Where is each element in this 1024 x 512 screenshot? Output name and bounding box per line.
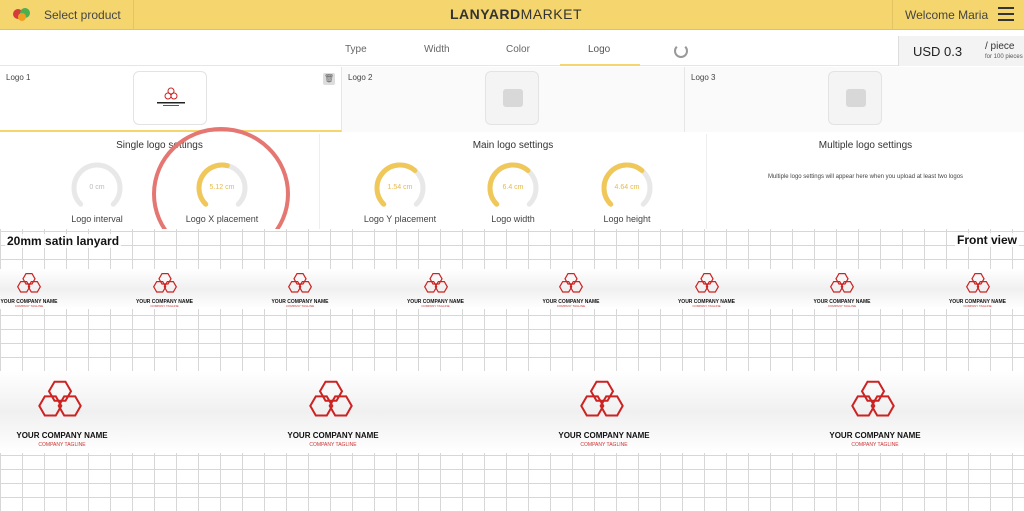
select-product-label: Select product [44, 8, 121, 22]
logo-slot-3[interactable]: Logo 3 [685, 67, 1024, 132]
company-tagline: COMPANY TAGLINE [556, 304, 586, 308]
price-note: for 100 pieces [985, 54, 1023, 60]
preview-title: 20mm satin lanyard [5, 234, 122, 248]
price-per: / piece [985, 41, 1015, 52]
company-tagline: COMPANY TAGLINE [309, 442, 357, 448]
gauge-value: 4.64 cm [614, 184, 640, 191]
upload-placeholder[interactable] [485, 71, 539, 125]
printed-logo: YOUR COMPANY NAME COMPANY TAGLINE [536, 269, 606, 309]
printed-logo: YOUR COMPANY NAME COMPANY TAGLINE [2, 371, 122, 453]
logo-y-placement-gauge[interactable]: 1.54 cm [372, 160, 428, 216]
active-tab-indicator [560, 64, 640, 66]
printed-logo: YOUR COMPANY NAME COMPANY TAGLINE [0, 269, 64, 309]
brand-logo[interactable]: LANYARDMARKET [450, 6, 582, 22]
company-tagline: COMPANY TAGLINE [963, 304, 992, 308]
menu-icon[interactable] [998, 7, 1014, 21]
company-tagline: COMPANY TAGLINE [580, 442, 628, 448]
company-name: YOUR COMPANY NAME [287, 431, 379, 440]
printed-logo: YOUR COMPANY NAME COMPANY TAGLINE [265, 269, 335, 309]
printed-logo: YOUR COMPANY NAME COMPANY TAGLINE [943, 269, 1013, 309]
brand-bold: LANYARD [450, 6, 521, 22]
logo-slot-2[interactable]: Logo 2 [342, 67, 685, 132]
select-product-button[interactable]: Select product [0, 0, 134, 30]
company-tagline: COMPANY TAGLINE [827, 304, 857, 308]
tab-color[interactable]: Color [506, 44, 530, 55]
multiple-logo-settings: Multiple logo settings Multiple logo set… [707, 134, 1024, 229]
image-placeholder-icon [503, 89, 523, 107]
logo-slot-1[interactable]: Logo 1 🗑 [0, 67, 342, 132]
refresh-icon[interactable] [674, 44, 688, 58]
brand-light: MARKET [520, 6, 582, 22]
gauge-value: 1.54 cm [387, 184, 413, 191]
upload-placeholder[interactable] [828, 71, 882, 125]
logo-slot-label: Logo 3 [691, 73, 716, 82]
price-amount: USD 0.3 [913, 44, 963, 59]
multiple-logo-note: Multiple logo settings will appear here … [767, 174, 964, 180]
gauge-label: Logo width [491, 214, 535, 224]
printed-logo: YOUR COMPANY NAME COMPANY TAGLINE [815, 371, 935, 453]
gauge-label: Logo interval [71, 214, 123, 224]
product-icon [12, 8, 32, 22]
gauge-value: 0 cm [89, 184, 105, 191]
logo-slot-label: Logo 2 [348, 73, 373, 82]
company-name: YOUR COMPANY NAME [829, 431, 921, 440]
printed-logo: YOUR COMPANY NAME COMPANY TAGLINE [130, 269, 200, 309]
step-tabs: Type Width Color Logo [0, 36, 1024, 66]
image-placeholder-icon [846, 89, 866, 107]
printed-logo: YOUR COMPANY NAME COMPANY TAGLINE [273, 371, 393, 453]
company-tagline: COMPANY TAGLINE [14, 304, 44, 308]
panel-title: Main logo settings [472, 140, 554, 151]
tab-width[interactable]: Width [424, 44, 450, 55]
logo-slot-label: Logo 1 [6, 73, 31, 82]
gauge-value: 6.4 cm [502, 184, 524, 191]
company-tagline: COMPANY TAGLINE [851, 442, 899, 448]
lanyard-preview: 20mm satin lanyard Front view YOUR COMPA… [0, 229, 1024, 512]
logo-thumbnail[interactable] [133, 71, 207, 125]
printed-logo: YOUR COMPANY NAME COMPANY TAGLINE [544, 371, 664, 453]
company-tagline: COMPANY TAGLINE [150, 304, 179, 308]
company-tagline: COMPANY TAGLINE [421, 304, 450, 308]
top-bar: Select product LANYARDMARKET Welcome Mar… [0, 0, 1024, 30]
user-area: Welcome Maria [892, 0, 1024, 30]
tab-type[interactable]: Type [345, 44, 367, 55]
logo-interval-gauge[interactable]: 0 cm [69, 160, 125, 216]
preview-view-label[interactable]: Front view [954, 233, 1019, 247]
gauge-label: Logo Y placement [363, 214, 437, 224]
welcome-text[interactable]: Welcome Maria [905, 8, 988, 22]
company-tagline: COMPANY TAGLINE [38, 442, 86, 448]
logo-width-gauge[interactable]: 6.4 cm [485, 160, 541, 216]
printed-logo: YOUR COMPANY NAME COMPANY TAGLINE [807, 269, 877, 309]
tab-logo[interactable]: Logo [588, 44, 610, 55]
price-box: USD 0.3 / piece for 100 pieces [898, 36, 1024, 66]
printed-logo: YOUR COMPANY NAME COMPANY TAGLINE [401, 269, 471, 309]
company-tagline: COMPANY TAGLINE [692, 304, 721, 308]
main-logo-settings: Main logo settings 1.54 cm Logo Y placem… [320, 134, 707, 229]
panel-title: Multiple logo settings [818, 140, 913, 151]
company-tagline: COMPANY TAGLINE [285, 304, 315, 308]
company-name: YOUR COMPANY NAME [16, 431, 108, 440]
printed-logo: YOUR COMPANY NAME COMPANY TAGLINE [672, 269, 742, 309]
trash-icon[interactable]: 🗑 [323, 73, 335, 85]
logo-height-gauge[interactable]: 4.64 cm [599, 160, 655, 216]
gauge-label: Logo height [603, 214, 651, 224]
company-name: YOUR COMPANY NAME [558, 431, 650, 440]
